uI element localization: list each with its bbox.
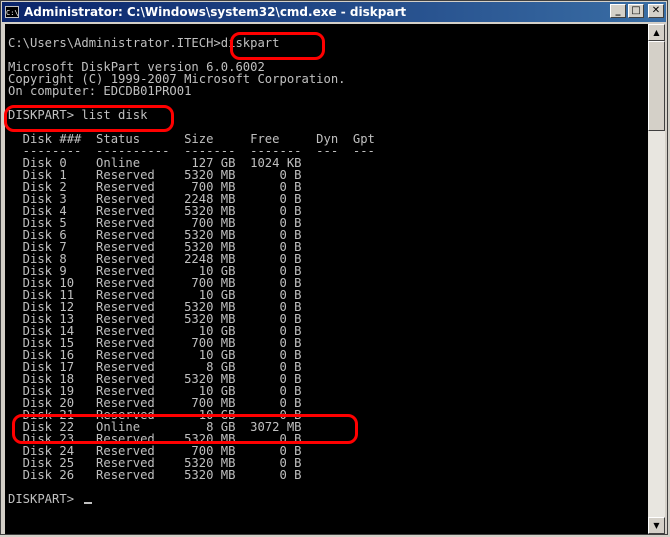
vertical-scrollbar[interactable]: ▲ ▼ (648, 24, 665, 534)
close-button[interactable]: ✕ (648, 4, 664, 18)
minimize-button[interactable]: _ (610, 4, 626, 18)
text-cursor (84, 502, 93, 504)
console-line: DISKPART> (8, 493, 375, 505)
window-controls: _ □ ✕ (610, 4, 664, 18)
scroll-thumb[interactable] (648, 41, 665, 131)
maximize-button[interactable]: □ (628, 4, 644, 18)
title-bar[interactable]: C:\ Administrator: C:\Windows\system32\c… (2, 2, 666, 22)
scroll-down-button[interactable]: ▼ (648, 517, 665, 534)
cmd-window: C:\ Administrator: C:\Windows\system32\c… (0, 0, 668, 535)
console-line: On computer: EDCDB01PRO01 (8, 84, 192, 98)
console-text: C:\Users\Administrator.ITECH>diskpart Mic… (8, 37, 375, 505)
console-output[interactable]: C:\Users\Administrator.ITECH>diskpart Mic… (5, 24, 648, 534)
cmd-icon[interactable]: C:\ (5, 6, 19, 18)
scroll-up-button[interactable]: ▲ (648, 24, 665, 41)
window-title: Administrator: C:\Windows\system32\cmd.e… (24, 5, 407, 19)
console-line: Disk 26 Reserved 5320 MB 0 B (8, 468, 302, 482)
console-line: DISKPART> list disk (8, 108, 148, 122)
console-line: C:\Users\Administrator.ITECH>diskpart (8, 36, 280, 50)
